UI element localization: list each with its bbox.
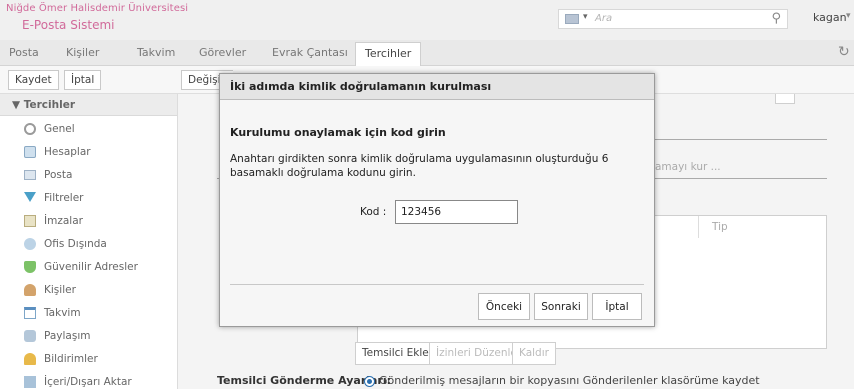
sidebar-item-posta[interactable]: Posta	[24, 167, 174, 185]
sidebar-item-hesaplar[interactable]: Hesaplar	[24, 144, 174, 162]
preferences-sidebar: ▼ Tercihler Genel Hesaplar Posta Filtrel…	[0, 94, 178, 389]
tab-posta[interactable]: Posta	[9, 46, 39, 59]
remove-button[interactable]: Kaldır	[512, 342, 556, 365]
add-delegate-button[interactable]: Temsilci Ekle	[355, 342, 436, 365]
sidebar-item-iceri-disari-aktar[interactable]: İçeri/Dışarı Aktar	[24, 374, 174, 389]
setup-two-step-link[interactable]: amayı kur ...	[655, 161, 721, 173]
chevron-down-icon[interactable]: ▾	[583, 12, 588, 22]
sidebar-item-guvenilir-adresler[interactable]: Güvenilir Adresler	[24, 259, 174, 277]
mail-type-icon[interactable]	[565, 14, 579, 24]
gear-icon	[24, 123, 36, 135]
out-of-office-icon	[24, 238, 36, 250]
mail-icon	[24, 170, 36, 180]
code-label: Kod :	[360, 206, 387, 218]
tab-evrak-cantasi[interactable]: Evrak Çantası	[272, 46, 348, 59]
tab-gorevler[interactable]: Görevler	[199, 46, 246, 59]
share-icon	[24, 330, 36, 342]
search-icon[interactable]: ⚲	[771, 11, 781, 26]
sidebar-item-genel[interactable]: Genel	[24, 121, 174, 139]
sidebar-item-ofis-disinda[interactable]: Ofis Dışında	[24, 236, 174, 254]
tab-tercihler[interactable]: Tercihler	[355, 42, 422, 66]
dialog-heading: Kurulumu onaylamak için kod girin	[230, 126, 446, 139]
save-sent-copy-label[interactable]: Gönderilmiş mesajların bir kopyasını Gön…	[379, 374, 760, 387]
calendar-icon	[24, 307, 36, 319]
dialog-title[interactable]: İki adımda kimlik doğrulamanın kurulması	[220, 74, 654, 100]
sidebar-item-bildirimler[interactable]: Bildirimler	[24, 351, 174, 369]
user-chevron-icon[interactable]: ▾	[846, 11, 851, 21]
signature-icon	[24, 215, 36, 227]
column-header-tip[interactable]: Tip	[712, 221, 728, 233]
tab-kisiler[interactable]: Kişiler	[66, 46, 99, 59]
dialog-divider	[230, 284, 644, 285]
accounts-icon	[24, 146, 36, 158]
dropdown-handle[interactable]	[775, 94, 795, 104]
next-button[interactable]: Sonraki	[534, 293, 588, 320]
system-name: E-Posta Sistemi	[22, 18, 115, 32]
divider	[655, 139, 827, 140]
refresh-icon[interactable]: ↻	[838, 44, 850, 60]
sidebar-item-imzalar[interactable]: İmzalar	[24, 213, 174, 231]
university-name: Niğde Ömer Halisdemir Üniversitesi	[6, 3, 189, 14]
save-button[interactable]: Kaydet	[8, 70, 59, 90]
bell-icon	[24, 353, 36, 365]
dialog-cancel-button[interactable]: İptal	[592, 293, 642, 320]
contact-icon	[24, 284, 36, 296]
app-tabs: Posta Kişiler Takvim Görevler Evrak Çant…	[0, 40, 854, 66]
sidebar-item-kisiler[interactable]: Kişiler	[24, 282, 174, 300]
column-separator	[698, 216, 699, 238]
two-step-auth-dialog: İki adımda kimlik doğrulamanın kurulması…	[219, 73, 655, 327]
cancel-button[interactable]: İptal	[64, 70, 102, 90]
sidebar-item-paylasim[interactable]: Paylaşım	[24, 328, 174, 346]
filter-icon	[24, 192, 36, 202]
sidebar-heading[interactable]: ▼ Tercihler	[0, 94, 177, 116]
code-input[interactable]: 123456	[395, 200, 518, 224]
tab-takvim[interactable]: Takvim	[137, 46, 175, 59]
app-header: Niğde Ömer Halisdemir Üniversitesi E-Pos…	[0, 0, 854, 40]
search-box[interactable]: ▾ Ara ⚲	[558, 9, 788, 29]
shield-icon	[24, 261, 36, 273]
divider	[655, 178, 827, 179]
edit-permissions-button[interactable]: İzinleri Düzenle	[429, 342, 524, 365]
sidebar-item-filtreler[interactable]: Filtreler	[24, 190, 174, 208]
previous-button[interactable]: Önceki	[478, 293, 530, 320]
sidebar-item-takvim[interactable]: Takvim	[24, 305, 174, 323]
import-export-icon	[24, 376, 36, 388]
search-input[interactable]: Ara	[595, 13, 612, 24]
user-menu[interactable]: kagan	[813, 11, 847, 24]
dialog-description: Anahtarı girdikten sonra kimlik doğrulam…	[230, 153, 609, 179]
save-sent-copy-radio[interactable]	[364, 376, 375, 387]
